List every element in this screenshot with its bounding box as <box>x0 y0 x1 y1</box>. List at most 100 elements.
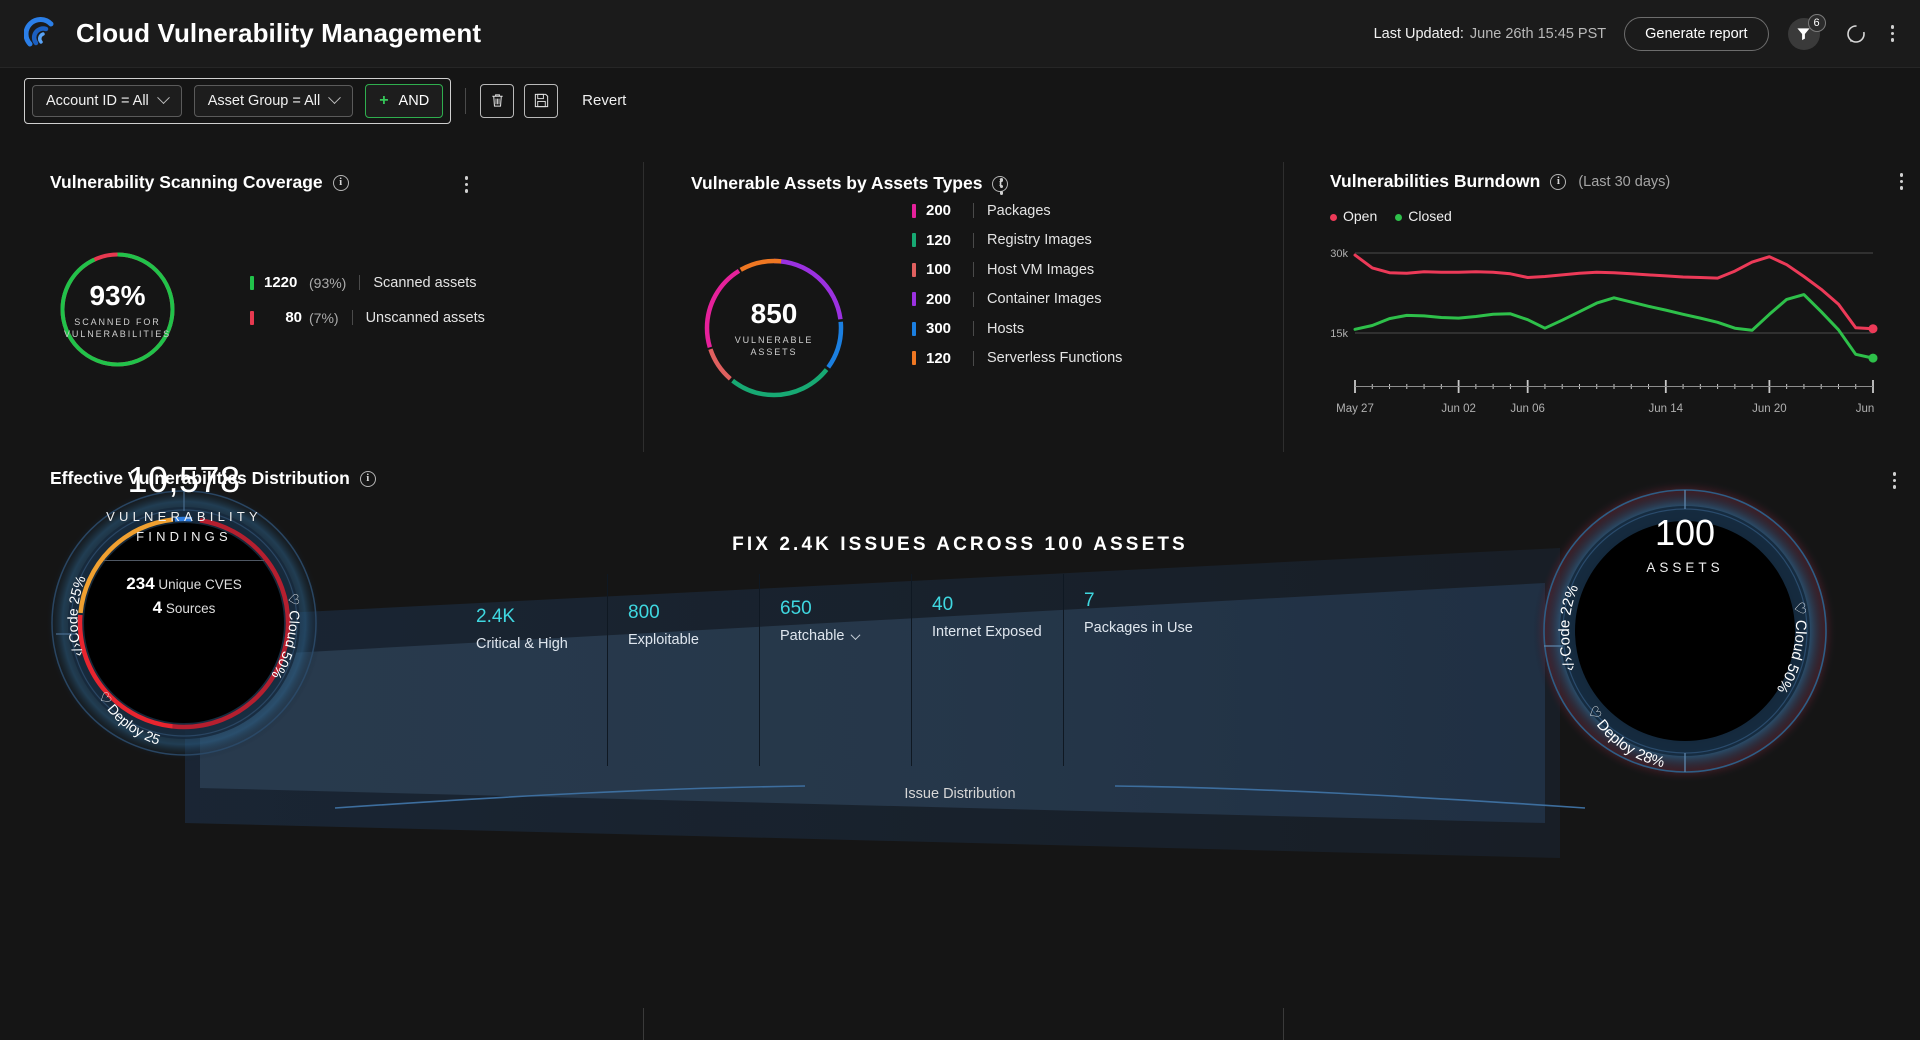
legend-count-scanned: 1220 <box>264 274 302 291</box>
legend-count-hosts: 300 <box>926 320 960 337</box>
legend-swatch-container-images <box>912 292 916 306</box>
filter-account-id-label: Account ID = All <box>46 93 149 109</box>
divider <box>973 351 974 366</box>
divider <box>352 310 353 325</box>
plus-icon: + <box>379 92 388 110</box>
distribution-card-menu[interactable] <box>1893 472 1897 489</box>
legend-dot-closed <box>1395 214 1402 221</box>
left-caption-line1: VULNERABILITY <box>106 509 262 524</box>
header-more-menu[interactable] <box>1891 25 1895 42</box>
and-label: AND <box>399 93 430 109</box>
legend-item-scanned[interactable]: 1220 (93%) Scanned assets <box>250 274 485 291</box>
page-title: Cloud Vulnerability Management <box>76 18 481 49</box>
generate-report-button[interactable]: Generate report <box>1624 17 1768 51</box>
assets-card-title: Vulnerable Assets by Assets Types <box>691 173 982 194</box>
burndown-legend-open[interactable]: Open <box>1330 208 1377 224</box>
last-updated: Last Updated:June 26th 15:45 PST <box>1374 26 1607 42</box>
metric-internet-exposed[interactable]: 40 Internet Exposed <box>911 588 1063 758</box>
assets-card-menu[interactable] <box>1000 178 1004 195</box>
assets-count-value: 100 <box>1655 512 1715 554</box>
refresh-button[interactable] <box>1839 17 1873 51</box>
divider <box>973 262 974 277</box>
right-ring-assets: ‹/›Code 22% ♡ Cloud 50% ♡ Deploy 28% 100… <box>1520 456 1850 796</box>
vulnerability-findings-caption: VULNERABILITY FINDINGS <box>106 507 262 547</box>
sources-label: Sources <box>166 601 216 616</box>
assets-caption-line1: VULNERABLE <box>735 335 814 345</box>
filter-asset-group-label: Asset Group = All <box>208 93 320 109</box>
bottom-divider-2 <box>1283 1008 1284 1040</box>
divider <box>973 321 974 336</box>
metric-packages-in-use-label: Packages in Use <box>1084 620 1193 636</box>
metric-critical-high[interactable]: 2.4K Critical & High <box>455 588 607 758</box>
coverage-card-title: Vulnerability Scanning Coverage <box>50 172 323 193</box>
info-icon[interactable]: i <box>1550 174 1566 190</box>
legend-item-registry-images[interactable]: 120 Registry Images <box>912 232 1122 249</box>
filter-button[interactable]: 6 <box>1787 17 1821 51</box>
legend-count-container-images: 200 <box>926 291 960 308</box>
y-tick-15k: 15k <box>1330 328 1348 340</box>
coverage-card-menu[interactable] <box>465 176 469 193</box>
legend-label-packages: Packages <box>987 203 1051 219</box>
delete-filter-button[interactable] <box>480 84 514 118</box>
card-vulnerable-assets-by-types: Vulnerable Assets by Assets Types i 850 … <box>644 162 1283 462</box>
metric-packages-in-use[interactable]: 7 Packages in Use <box>1063 588 1215 758</box>
legend-item-host-vm-images[interactable]: 100 Host VM Images <box>912 261 1122 278</box>
chevron-down-icon <box>328 91 341 104</box>
legend-count-packages: 200 <box>926 202 960 219</box>
x-tick-jun-02: Jun 02 <box>1441 403 1476 415</box>
assets-donut-center: 850 VULNERABLE ASSETS <box>700 254 848 402</box>
legend-item-hosts[interactable]: 300 Hosts <box>912 320 1122 337</box>
last-updated-label: Last Updated: <box>1374 26 1464 42</box>
divider <box>973 292 974 307</box>
divider <box>973 203 974 218</box>
assets-title-row: Vulnerable Assets by Assets Types i <box>691 173 1008 194</box>
legend-item-container-images[interactable]: 200 Container Images <box>912 291 1122 308</box>
revert-button[interactable]: Revert <box>582 92 626 109</box>
left-ring-center: 10,578 VULNERABILITY FINDINGS 234 Unique… <box>34 293 334 786</box>
left-caption-line2: FINDINGS <box>136 529 232 544</box>
add-and-condition-button[interactable]: + AND <box>365 84 443 118</box>
unique-cves-row: 234 Unique CVES <box>126 572 241 596</box>
filter-asset-group[interactable]: Asset Group = All <box>194 85 353 117</box>
unique-cves-value: 234 <box>126 574 154 593</box>
save-filter-button[interactable] <box>524 84 558 118</box>
metric-exploitable-label: Exploitable <box>628 632 699 648</box>
info-icon[interactable]: i <box>360 471 376 487</box>
burndown-subtitle: (Last 30 days) <box>1578 174 1670 190</box>
bottom-divider-1 <box>643 1008 644 1040</box>
assets-center-caption: VULNERABLE ASSETS <box>735 334 814 358</box>
chevron-down-icon[interactable] <box>850 630 860 640</box>
legend-label-host-vm-images: Host VM Images <box>987 262 1094 278</box>
metric-packages-in-use-value: 7 <box>1084 590 1215 612</box>
filter-account-id[interactable]: Account ID = All <box>32 85 182 117</box>
metric-internet-exposed-value: 40 <box>932 594 1063 616</box>
legend-dot-open <box>1330 214 1337 221</box>
info-icon[interactable]: i <box>333 175 349 191</box>
burndown-title-row: Vulnerabilities Burndown i (Last 30 days… <box>1330 171 1670 192</box>
assets-caption-line2: ASSETS <box>751 347 798 357</box>
legend-label-unscanned: Unscanned assets <box>366 310 485 326</box>
metric-patchable-value: 650 <box>780 598 911 620</box>
metric-critical-high-value: 2.4K <box>476 606 607 628</box>
right-ring-center: 100 ASSETS <box>1520 290 1850 796</box>
divider <box>973 233 974 248</box>
metric-patchable-label: Patchable <box>780 628 845 644</box>
vulnerability-findings-value: 10,578 <box>127 459 240 501</box>
floppy-disk-save-icon <box>533 92 550 109</box>
burndown-legend: Open Closed <box>1330 208 1452 224</box>
metric-exploitable[interactable]: 800 Exploitable <box>607 588 759 758</box>
burndown-card-menu[interactable] <box>1900 173 1904 190</box>
filter-group: Account ID = All Asset Group = All + AND <box>24 78 451 124</box>
legend-label-registry-images: Registry Images <box>987 232 1092 248</box>
legend-item-packages[interactable]: 200 Packages <box>912 202 1122 219</box>
sources-row: 4 Sources <box>153 596 216 620</box>
x-tick-jun-26: Jun 26 <box>1856 403 1878 415</box>
coverage-title-row: Vulnerability Scanning Coverage i <box>50 172 349 193</box>
legend-item-serverless-functions[interactable]: 120 Serverless Functions <box>912 350 1122 367</box>
divider <box>359 275 360 290</box>
metric-exploitable-value: 800 <box>628 602 759 624</box>
legend-label-container-images: Container Images <box>987 291 1101 307</box>
metric-patchable[interactable]: 650 Patchable <box>759 588 911 758</box>
filter-count-badge: 6 <box>1808 14 1826 32</box>
burndown-legend-closed[interactable]: Closed <box>1395 208 1452 224</box>
